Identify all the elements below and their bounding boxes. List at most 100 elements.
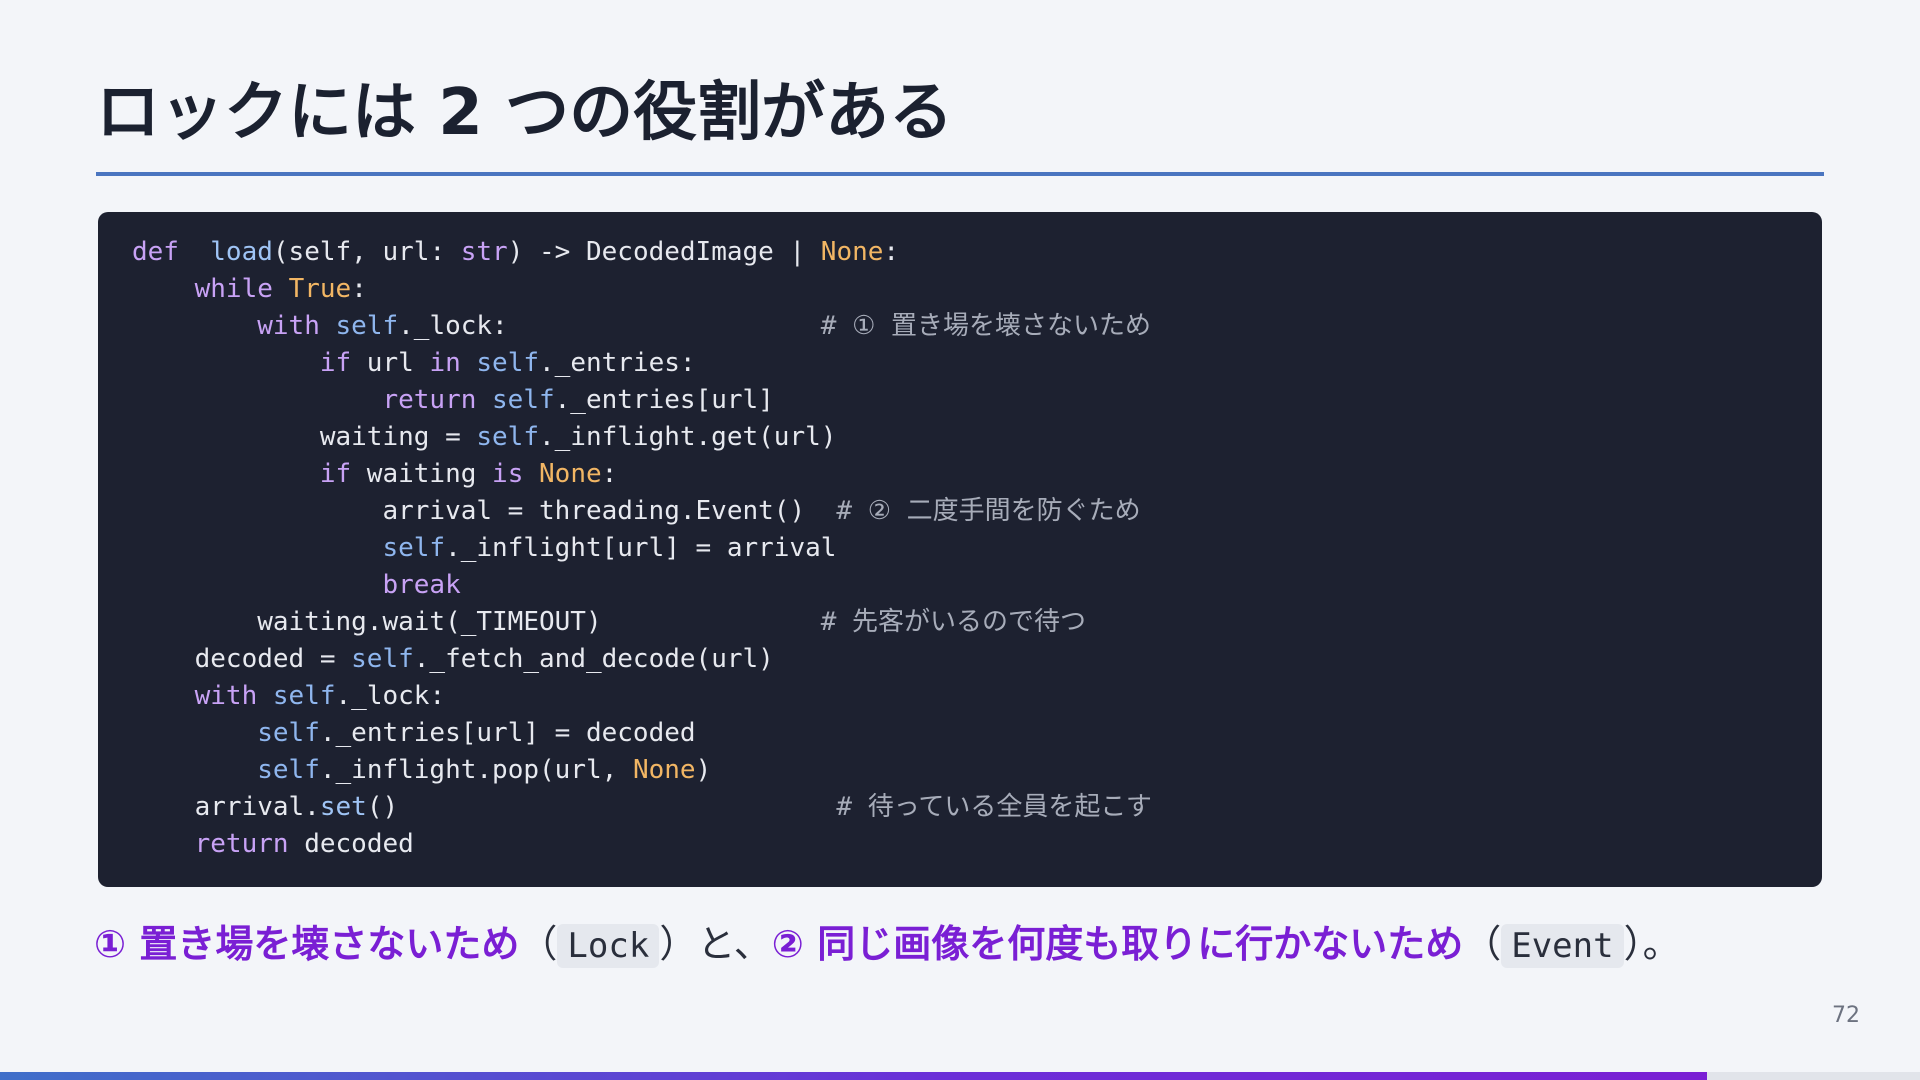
caption-connector: ）と、 bbox=[659, 922, 772, 966]
code-line: with self._lock: # ① 置き場を壊さないため bbox=[132, 308, 1152, 345]
code-line: def load(self, url: str) -> DecodedImage… bbox=[132, 234, 1152, 271]
code-line: waiting = self._inflight.get(url) bbox=[132, 419, 1152, 456]
code-line: self._inflight.pop(url, None) bbox=[132, 752, 1152, 789]
code-line: if url in self._entries: bbox=[132, 345, 1152, 382]
code-line: return self._entries[url] bbox=[132, 382, 1152, 419]
code-token: None bbox=[820, 237, 884, 267]
code-token: arrival = threading.Event() bbox=[132, 496, 837, 526]
code-token: : bbox=[601, 459, 618, 489]
slide-progress-bar bbox=[0, 1072, 1920, 1080]
code-token: ._inflight.pop(url, bbox=[319, 755, 633, 785]
caption-highlight-lock: ① 置き場を壊さないため bbox=[94, 922, 520, 966]
code-comment: # 待っている全員を起こす bbox=[836, 792, 1152, 822]
inline-code-event: Event bbox=[1501, 924, 1624, 968]
code-token: def bbox=[132, 237, 179, 267]
code-line: return decoded bbox=[132, 826, 1152, 863]
code-line: break bbox=[132, 567, 1152, 604]
caption-paren-open: （ bbox=[1463, 922, 1502, 966]
code-token: decoded bbox=[288, 829, 414, 859]
code-comment: # ① 置き場を壊さないため bbox=[820, 311, 1152, 341]
code-token: break bbox=[382, 570, 461, 600]
inline-code-lock: Lock bbox=[557, 924, 660, 968]
code-token: self bbox=[272, 681, 336, 711]
code-comment: # 先客がいるので待つ bbox=[820, 607, 1087, 637]
code-token: self bbox=[382, 533, 446, 563]
code-token: () bbox=[366, 792, 837, 822]
code-token: ._inflight[url] = arrival bbox=[445, 533, 837, 563]
code-token: while bbox=[194, 274, 273, 304]
code-token: ._entries[url] bbox=[554, 385, 774, 415]
code-token: : bbox=[351, 274, 367, 304]
code-token: decoded = bbox=[132, 644, 352, 674]
slide-progress-fill bbox=[0, 1072, 1707, 1080]
code-token: str bbox=[460, 237, 508, 267]
code-token: waiting bbox=[351, 459, 493, 489]
code-token: ) -> DecodedImage | bbox=[507, 237, 821, 267]
slide-title: ロックには 2 つの役割がある bbox=[96, 76, 954, 150]
title-underline bbox=[96, 172, 1824, 176]
code-listing: def load(self, url: str) -> DecodedImage… bbox=[132, 234, 1152, 863]
code-line: arrival.set() # 待っている全員を起こす bbox=[132, 789, 1152, 826]
code-token: self bbox=[351, 644, 414, 674]
code-token: self bbox=[476, 348, 540, 378]
page-number: 72 bbox=[1832, 1003, 1860, 1028]
caption-paren-open: （ bbox=[519, 922, 558, 966]
code-line: self._inflight[url] = arrival bbox=[132, 530, 1152, 567]
code-token: self bbox=[335, 311, 399, 341]
code-token: self bbox=[492, 385, 555, 415]
code-token: url bbox=[351, 348, 430, 378]
caption-highlight-event: ② 同じ画像を何度も取りに行かないため bbox=[771, 922, 1464, 966]
code-token: in bbox=[429, 348, 461, 378]
code-token: ._lock: bbox=[335, 681, 446, 711]
code-token: ) bbox=[695, 755, 712, 785]
code-token: with bbox=[194, 681, 258, 711]
code-token: True bbox=[288, 274, 352, 304]
code-token: if bbox=[319, 459, 352, 489]
code-token: arrival. bbox=[132, 792, 320, 822]
code-token: None bbox=[539, 459, 602, 489]
code-comment: # ② 二度手間を防ぐため bbox=[836, 496, 1141, 526]
code-token: is bbox=[492, 459, 524, 489]
code-token: ._entries[url] = decoded bbox=[319, 718, 696, 748]
code-line: with self._lock: bbox=[132, 678, 1152, 715]
code-token: load bbox=[210, 237, 273, 267]
caption: ① 置き場を壊さないため（ Lock ）と、② 同じ画像を何度も取りに行かないため（… bbox=[94, 916, 1681, 974]
code-token: with bbox=[257, 311, 320, 341]
code-token: : bbox=[883, 237, 900, 267]
code-token: self bbox=[257, 718, 320, 748]
code-token: waiting = bbox=[132, 422, 477, 452]
code-token: ._lock: bbox=[398, 311, 821, 341]
code-token: return bbox=[194, 829, 289, 859]
code-line: self._entries[url] = decoded bbox=[132, 715, 1152, 752]
code-line: waiting.wait(_TIMEOUT) # 先客がいるので待つ bbox=[132, 604, 1152, 641]
code-token: if bbox=[319, 348, 352, 378]
code-line: decoded = self._fetch_and_decode(url) bbox=[132, 641, 1152, 678]
code-token: waiting.wait(_TIMEOUT) bbox=[132, 607, 821, 637]
code-token: ._inflight.get(url) bbox=[539, 422, 837, 452]
code-token: ._fetch_and_decode(url) bbox=[413, 644, 774, 674]
code-token: self bbox=[257, 755, 320, 785]
code-block: def load(self, url: str) -> DecodedImage… bbox=[98, 212, 1822, 887]
code-line: while True: bbox=[132, 271, 1152, 308]
code-token: self bbox=[476, 422, 539, 452]
code-token: set bbox=[319, 792, 367, 822]
code-line: arrival = threading.Event() # ② 二度手間を防ぐた… bbox=[132, 493, 1152, 530]
code-token: None bbox=[632, 755, 696, 785]
